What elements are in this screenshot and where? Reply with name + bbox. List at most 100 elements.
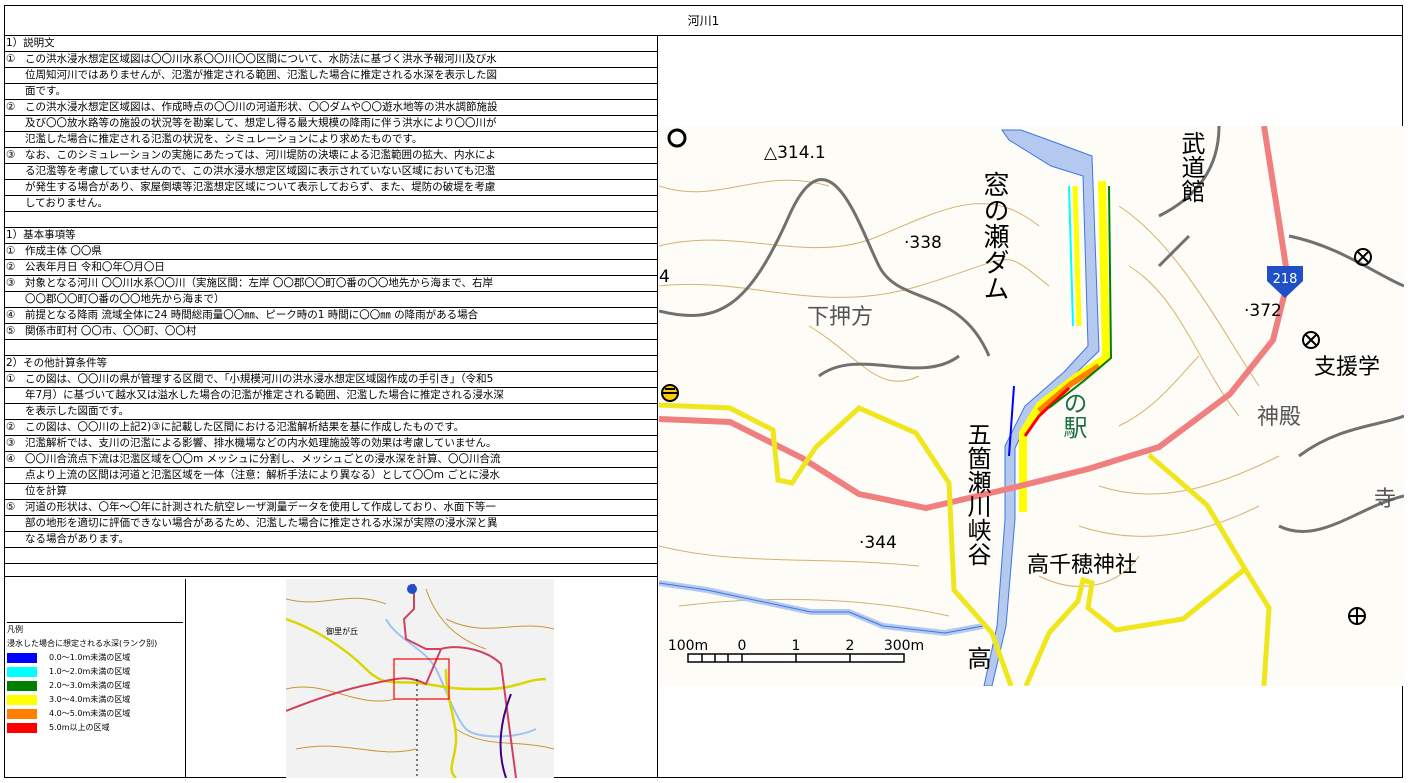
description-table: 1）説明文 ① この洪水浸水想定区域図は〇〇川水系〇〇川〇〇区間について、水防法に基… — [5, 36, 658, 579]
row-text: 位周知河川ではありませんが、氾濫が推定される範囲、氾濫した場合に推定される水深を… — [25, 69, 497, 81]
label-shimo: 下押方 — [807, 305, 873, 330]
text-row: ② この洪水浸水想定区域図は、作成時点の〇〇川の河道形状、〇〇ダムや〇〇遊水地等の… — [5, 100, 657, 116]
text-row: 部の地形を適切に評価できない場合があるため、氾濫した場合に推定される水深が実際の… — [5, 516, 657, 532]
scale-tick: 1 — [792, 638, 801, 654]
blank-row — [5, 564, 657, 577]
document-frame: 河川1 1）説明文 ① この洪水浸水想定区域図は〇〇川水系〇〇川〇〇区間について、水… — [4, 5, 1404, 778]
row-text: 関係市町村 〇〇市、〇〇町、〇〇村 — [25, 325, 197, 337]
text-row: ① この洪水浸水想定区域図は〇〇川水系〇〇川〇〇区間について、水防法に基づく洪水予… — [5, 52, 657, 68]
text-row: 点より上流の区間は河道と氾濫区域を一体（注意：解析手法により異なる）として〇〇m… — [5, 468, 657, 484]
text-row: ③ 対象となる河川 〇〇川水系〇〇川（実施区間：左岸 〇〇郡〇〇町〇番の〇〇地先か… — [5, 276, 657, 292]
row-text: 点より上流の区間は河道と氾濫区域を一体（注意：解析手法により異なる）として〇〇m… — [25, 469, 500, 481]
label-eki: の駅 — [1059, 391, 1087, 439]
row-text: しておりません。 — [25, 197, 109, 209]
text-row: ④ 前提となる降雨 流域全体に24 時間総雨量〇〇㎜、ピーク時の1 時間に〇〇㎜ … — [5, 308, 657, 324]
text-row: ① 作成主体 〇〇県 — [5, 244, 657, 260]
label-budokan: 武道館 — [1177, 131, 1205, 203]
row-text: なお、このシミュレーションの実施にあたっては、河川堤防の決壊による氾濫範囲の拡大… — [25, 149, 497, 161]
row-text: なる場合があります。 — [25, 533, 129, 545]
item-number: ① — [6, 373, 16, 385]
label-elev-372: ·372 — [1244, 301, 1282, 321]
text-row: ① この図は、〇〇川の県が管理する区間で、「小規模河川の洪水浸水想定区域図作成の手… — [5, 372, 657, 388]
item-number: ② — [6, 101, 16, 113]
legend-item: 2.0～3.0m未満の区域 — [7, 679, 183, 693]
item-number: ② — [6, 261, 16, 273]
item-number: ⑤ — [6, 501, 16, 513]
row-text: 部の地形を適切に評価できない場合があるため、氾濫した場合に推定される水深が実際の… — [25, 517, 498, 529]
overview-map[interactable]: 御里が丘 — [286, 579, 554, 778]
text-row: しておりません。 — [5, 196, 657, 212]
row-text: 1）基本事項等 — [6, 229, 76, 241]
label-dam: 窓の瀬ダム — [979, 171, 1009, 301]
item-number: ⑤ — [6, 325, 16, 337]
factory-icon — [667, 128, 687, 148]
route-icon — [407, 584, 417, 594]
item-number: ③ — [6, 149, 16, 161]
text-row: る氾濫等を考慮していませんので、この洪水浸水想定区域図に表示されていない区域にお… — [5, 164, 657, 180]
legend-label: 4.0～5.0m未満の区域 — [49, 709, 131, 718]
text-row: ③ 氾濫解析では、支川の氾濫による影響、排水機場などの内水処理施設等の効果は考慮し… — [5, 436, 657, 452]
scale-bar: 100m 0 1 2 300m — [668, 638, 924, 663]
item-number: ① — [6, 53, 16, 65]
text-row: ⑤ 関係市町村 〇〇市、〇〇町、〇〇村 — [5, 324, 657, 340]
row-text: 対象となる河川 〇〇川水系〇〇川（実施区間：左岸 〇〇郡〇〇町〇番の〇〇地先から… — [25, 277, 493, 289]
bottom-section: 凡例 浸水した場合に想定される水深(ランク別) 0.0～1.0m未満の区域 1.0… — [5, 579, 658, 778]
legend-label: 0.0～1.0m未満の区域 — [49, 653, 131, 662]
item-number: ④ — [6, 453, 16, 465]
legend-item: 4.0～5.0m未満の区域 — [7, 707, 183, 721]
legend: 凡例 浸水した場合に想定される水深(ランク別) 0.0～1.0m未満の区域 1.0… — [5, 579, 186, 778]
item-number: ④ — [6, 309, 16, 321]
svg-text:218: 218 — [1273, 272, 1298, 287]
text-row: を表示した図面です。 — [5, 404, 657, 420]
legend-subtitle: 浸水した場合に想定される水深(ランク別) — [7, 639, 158, 648]
blank-row — [5, 340, 657, 356]
label-elev-338: ·338 — [904, 233, 942, 253]
map-labels: △314.1 ·338 ·372 ·344 下押方 支援学 神殿 高千穂神社 寺… — [659, 131, 1396, 670]
label-edge4: 4 — [659, 267, 670, 287]
label-triangulation: △314.1 — [764, 143, 826, 163]
flood-map[interactable]: △314.1 ·338 ·372 ·344 下押方 支援学 神殿 高千穂神社 寺… — [659, 126, 1404, 686]
text-row: ⑤ 河道の形状は、〇年～〇年に計測された航空レーザ測量データを使用して作成しており… — [5, 500, 657, 516]
row-text: 年7月）に基づいて越水又は溢水した場合の氾濫が推定される範囲、氾濫した場合に推定… — [25, 389, 504, 401]
item-number: ③ — [6, 277, 16, 289]
row-text: 河道の形状は、〇年～〇年に計測された航空レーザ測量データを使用して作成しており、… — [25, 501, 496, 513]
row-text: 作成主体 〇〇県 — [25, 245, 102, 257]
item-number: ③ — [6, 437, 16, 449]
map-panel: △314.1 ·338 ·372 ·344 下押方 支援学 神殿 高千穂神社 寺… — [658, 36, 1404, 778]
legend-swatch — [7, 681, 37, 691]
row-text: 及び〇〇放水路等の施設の状況等を勘案して、想定し得る最大規模の降雨に伴う洪水によ… — [25, 117, 497, 129]
school-icon-2 — [1302, 331, 1320, 349]
row-text: 氾濫解析では、支川の氾濫による影響、排水機場などの内水処理施設等の効果は考慮して… — [25, 437, 497, 449]
post-office-icon — [1348, 607, 1366, 625]
row-text: 〇〇川合流点下流は氾濫区域を〇〇m メッシュに分割し、メッシュごとの浸水深を計算… — [25, 453, 501, 465]
scale-tick: 100m — [668, 638, 708, 654]
legend-label: 3.0～4.0m未満の区域 — [49, 695, 131, 704]
legend-item: 1.0～2.0m未満の区域 — [7, 665, 183, 679]
row-text: 〇〇郡〇〇町〇番の〇〇地先から海まで） — [25, 293, 225, 305]
text-row: 〇〇郡〇〇町〇番の〇〇地先から海まで） — [5, 292, 657, 308]
label-taka: 高 — [963, 646, 991, 670]
legend-label: 2.0～3.0m未満の区域 — [49, 681, 131, 690]
text-row: なる場合があります。 — [5, 532, 657, 548]
section-heading: 2）その他計算条件等 — [5, 356, 657, 372]
text-row: ④ 〇〇川合流点下流は氾濫区域を〇〇m メッシュに分割し、メッシュごとの浸水深を計… — [5, 452, 657, 468]
label-elev-344: ·344 — [859, 533, 897, 553]
row-text: 氾濫した場合に推定される氾濫の状況を、シミュレーションにより求めたものです。 — [25, 133, 423, 145]
legend-label: 1.0～2.0m未満の区域 — [49, 667, 131, 676]
route-shield-218: 218 — [1267, 266, 1303, 298]
text-row: ③ なお、このシミュレーションの実施にあたっては、河川堤防の決壊による氾濫範囲の拡… — [5, 148, 657, 164]
text-row: ② この図は、〇〇川の上記2)③に記載した区間における氾濫解析結果を基に作成したも… — [5, 420, 657, 436]
label-shien: 支援学 — [1314, 355, 1380, 380]
text-row: ② 公表年月日 令和〇年〇月〇日 — [5, 260, 657, 276]
legend-item: 3.0～4.0m未満の区域 — [7, 693, 183, 707]
section-heading: 1）基本事項等 — [5, 228, 657, 244]
text-row: 及び〇〇放水路等の施設の状況等を勘案して、想定し得る最大規模の降雨に伴う洪水によ… — [5, 116, 657, 132]
legend-label: 5.0m以上の区域 — [49, 723, 110, 732]
row-text: この洪水浸水想定区域図は〇〇川水系〇〇川〇〇区間について、水防法に基づく洪水予報… — [25, 53, 497, 65]
row-text: が発生する場合があり、家屋倒壊等氾濫想定区域について表示しておらず、また、堤防の… — [25, 181, 496, 193]
scale-tick: 0 — [738, 638, 747, 654]
label-tera: 寺 — [1374, 487, 1396, 512]
legend-title: 凡例 — [7, 625, 23, 634]
item-number: ② — [6, 421, 16, 433]
blank-row — [5, 212, 657, 228]
